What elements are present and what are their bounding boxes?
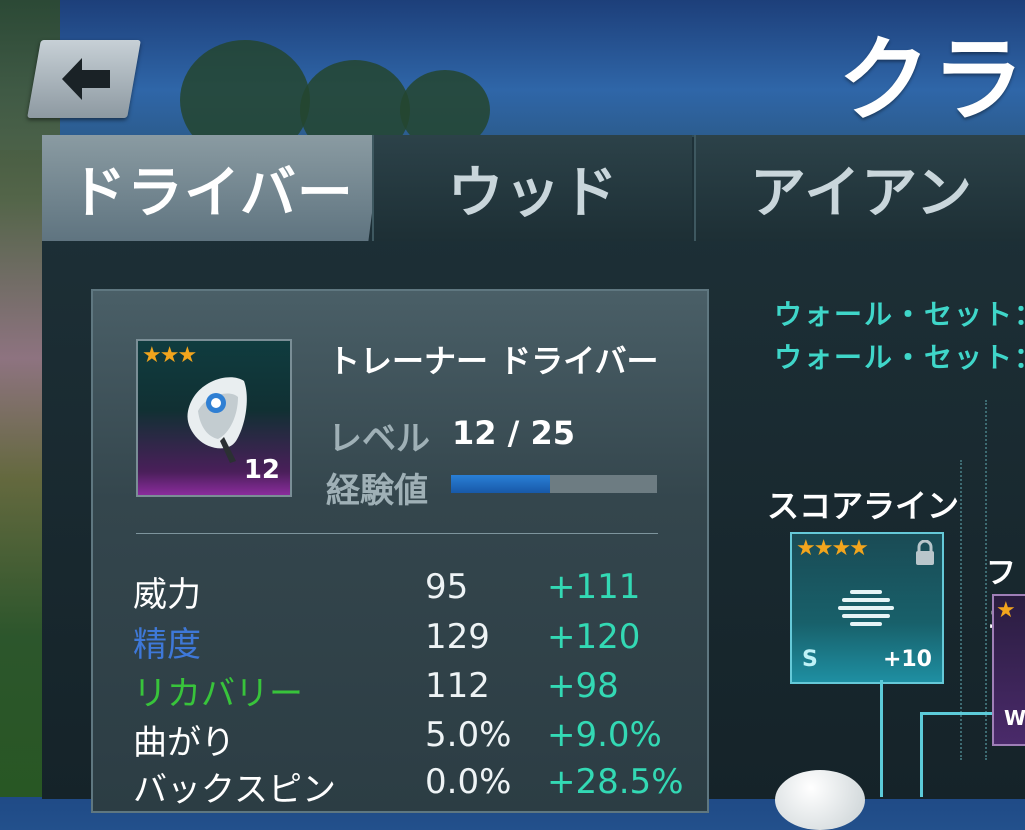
set-bonus-line: ウォール・セット：	[774, 298, 1025, 331]
tab-driver[interactable]: ドライバー	[42, 135, 382, 241]
rarity-stars: ★	[996, 598, 1016, 623]
tab-label: ドライバー	[70, 160, 354, 226]
stat-bonus: +9.0%	[547, 715, 662, 755]
rarity-stars: ★★★★	[796, 536, 869, 561]
upgrade-title-score-line: スコアライン	[767, 487, 960, 525]
divider	[136, 533, 658, 534]
lock-icon	[916, 540, 934, 565]
exp-progress-fill	[451, 475, 550, 493]
arrow-left-icon	[62, 58, 110, 100]
upgrade-tag: W	[1004, 706, 1025, 730]
tab-label: アイアン	[750, 160, 973, 226]
stat-row: 威力 95 +111	[133, 567, 693, 615]
stat-row: 精度 129 +120	[133, 617, 693, 665]
stat-bonus: +98	[547, 666, 619, 706]
club-name: トレーナー ドライバー	[328, 342, 659, 380]
grid-dots	[960, 460, 962, 760]
stat-bonus: +28.5%	[547, 762, 684, 802]
set-bonus-line: ウォール・セット：	[774, 341, 1025, 374]
tab-wood[interactable]: ウッド	[372, 135, 692, 241]
club-thumbnail[interactable]: ★★★ 12	[136, 339, 292, 497]
golf-ball-decoration	[775, 770, 865, 830]
back-button[interactable]	[27, 40, 141, 118]
stat-base: 5.0%	[425, 715, 512, 755]
stat-base: 0.0%	[425, 762, 512, 802]
stat-name: 精度	[133, 625, 201, 665]
upgrade-slot-score-line[interactable]: ★★★★ S +10	[790, 532, 944, 684]
level-label: レベル	[328, 419, 430, 459]
stat-base: 129	[425, 617, 490, 657]
stat-name: バックスピン	[133, 770, 336, 810]
exp-label: 経験値	[326, 471, 428, 511]
upgrade-tag: S	[802, 647, 818, 672]
stat-row: バックスピン 0.0% +28.5%	[133, 762, 693, 810]
stat-base: 112	[425, 666, 490, 706]
stat-name: 曲がり	[133, 723, 235, 763]
upgrade-slot-second[interactable]: ★ W	[992, 594, 1025, 746]
page-title: クラ	[838, 27, 1025, 134]
stat-bonus: +120	[547, 617, 641, 657]
stat-base: 95	[425, 567, 469, 607]
exp-progress-bar	[451, 475, 657, 493]
stat-name: 威力	[133, 575, 201, 615]
club-level-badge: 12	[243, 455, 280, 485]
level-value: 12 / 25	[452, 414, 576, 452]
club-tabs: ドライバー ウッド アイアン	[42, 135, 1025, 243]
tab-label: ウッド	[447, 160, 619, 226]
stat-row: リカバリー 112 +98	[133, 666, 693, 714]
connector-line	[920, 712, 992, 715]
stat-name: リカバリー	[133, 674, 303, 714]
connector-line	[920, 712, 923, 797]
score-line-icon	[838, 590, 894, 626]
connector-line	[880, 680, 883, 797]
stat-bonus: +111	[547, 567, 641, 607]
stat-row: 曲がり 5.0% +9.0%	[133, 715, 693, 763]
tab-iron[interactable]: アイアン	[694, 135, 1025, 241]
upgrade-bonus: +10	[882, 647, 932, 672]
